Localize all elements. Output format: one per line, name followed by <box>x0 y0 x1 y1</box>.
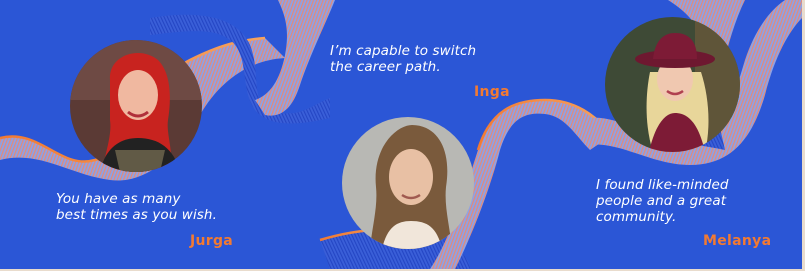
avatar-inga <box>342 117 474 249</box>
avatar-jurga <box>70 40 202 172</box>
quote-jurga: You have as many best times as you wish. <box>56 191 217 223</box>
avatar-melanya <box>605 17 740 152</box>
testimonials-banner: You have as many best times as you wish.… <box>0 0 802 269</box>
quote-inga: I’m capable to switch the career path. <box>330 43 476 75</box>
name-jurga: Jurga <box>190 233 234 249</box>
name-melanya: Melanya <box>703 233 772 249</box>
quote-melanya-line2: people and a great <box>596 193 727 209</box>
quote-melanya-line3: community. <box>596 209 677 225</box>
name-inga: Inga <box>474 84 510 100</box>
quote-melanya-line1: I found like-minded <box>596 177 729 193</box>
quote-jurga-line1: You have as many <box>56 191 181 207</box>
quote-inga-line1: I’m capable to switch <box>330 43 477 59</box>
quote-inga-line2: the career path. <box>330 59 441 75</box>
quote-melanya: I found like-minded people and a great c… <box>596 177 729 225</box>
quote-jurga-line2: best times as you wish. <box>56 207 217 223</box>
